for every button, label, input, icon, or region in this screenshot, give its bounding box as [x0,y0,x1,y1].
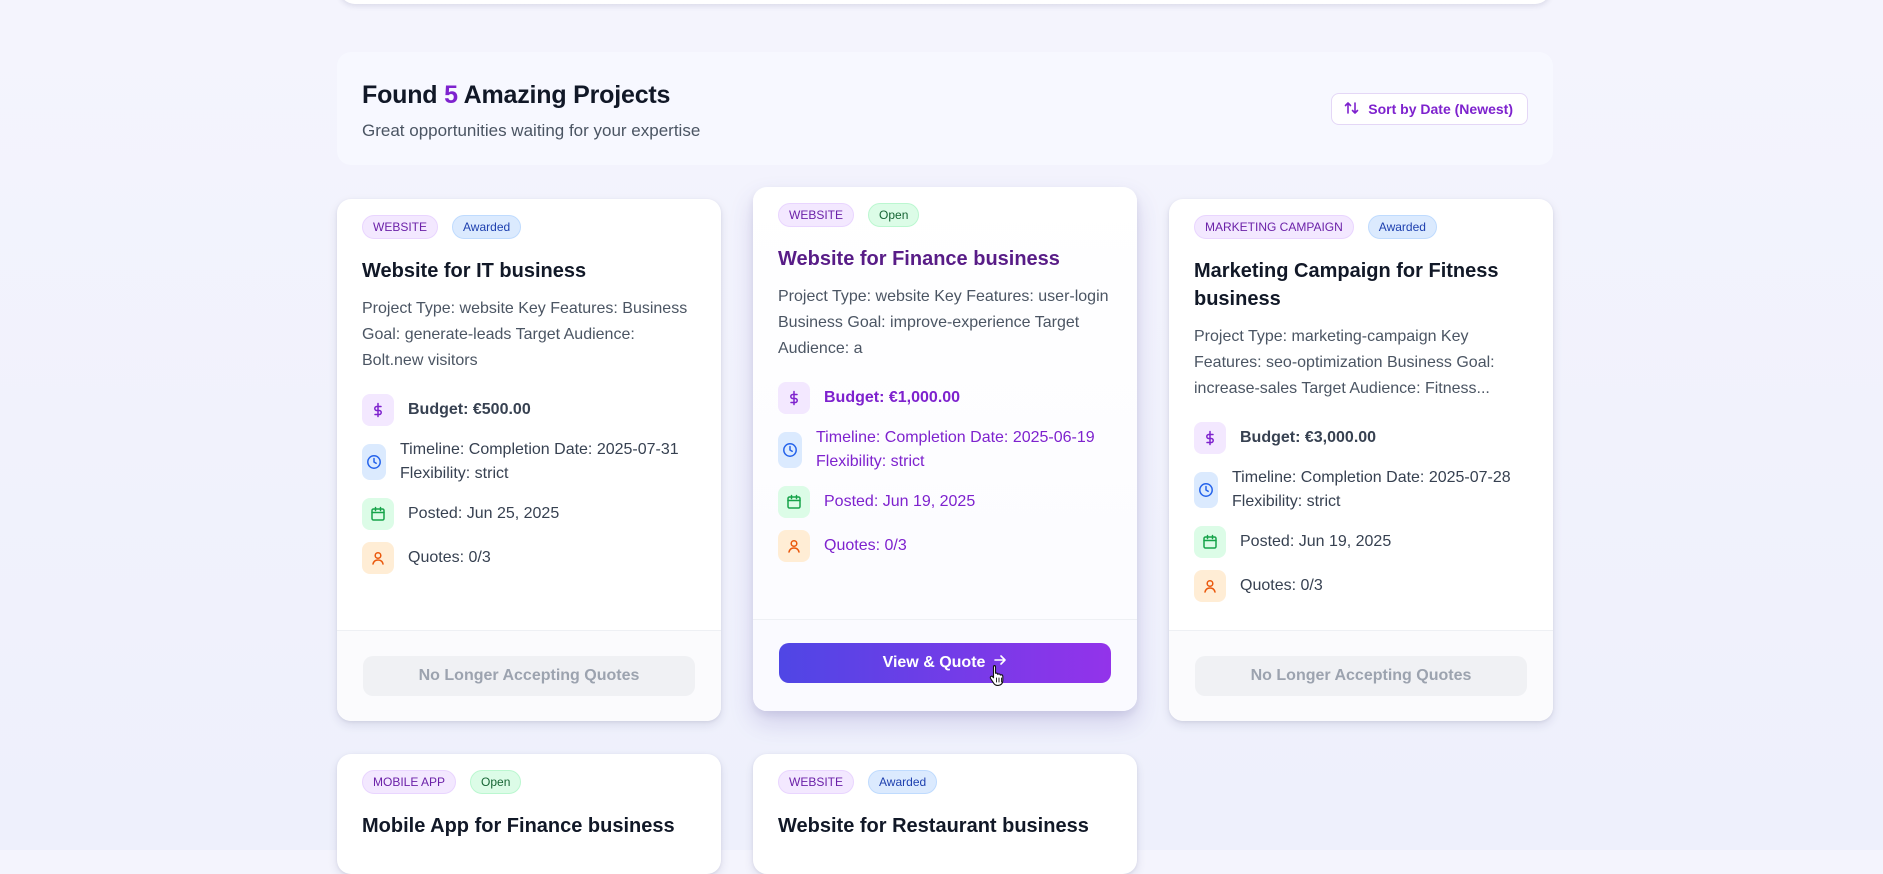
budget-text: Budget: €1,000.00 [824,389,961,406]
view-and-quote-label: View & Quote [882,653,986,671]
posted-text: Posted: Jun 19, 2025 [1240,533,1392,550]
user-icon [778,530,810,562]
results-header: Found 5 Amazing Projects Great opportuni… [337,52,1553,165]
clock-icon [362,444,386,480]
budget-row: Budget: €500.00 [362,394,696,426]
dollar-icon [362,394,394,426]
project-description: Project Type: website Key Features: user… [778,288,1109,357]
sort-button[interactable]: Sort by Date (Newest) [1331,93,1528,125]
posted-row: Posted: Jun 19, 2025 [778,486,1112,518]
budget-row: Budget: €1,000.00 [778,382,1112,414]
clock-icon [778,432,802,468]
status-badge: Open [868,203,920,227]
filter-panel-bottom-edge [339,0,1551,4]
type-badge: WEBSITE [778,203,855,227]
sort-arrows-icon [1344,100,1360,119]
results-subtitle: Great opportunities waiting for your exp… [362,121,701,140]
timeline-text: Timeline: Completion Date: 2025-06-19 Fl… [816,429,1095,470]
project-title[interactable]: Website for IT business [362,257,696,285]
timeline-text: Timeline: Completion Date: 2025-07-28 Fl… [1232,469,1511,510]
timeline-row: Timeline: Completion Date: 2025-06-19 Fl… [778,426,1112,474]
results-count: 5 [444,81,458,109]
type-badge: WEBSITE [778,770,855,794]
hand-cursor-icon [989,664,1004,686]
results-title: Found 5 Amazing Projects [362,81,671,109]
quotes-text: Quotes: 0/3 [408,549,491,566]
project-title[interactable]: Website for Finance business [778,245,1112,273]
status-badge: Open [470,770,522,794]
budget-text: Budget: €500.00 [408,401,531,418]
project-title[interactable]: Website for Restaurant business [778,812,1112,840]
project-description: Project Type: website Key Features: Busi… [362,300,688,369]
card-footer: No Longer Accepting Quotes [1169,630,1553,721]
sort-label: Sort by Date (Newest) [1368,101,1513,117]
timeline-row: Timeline: Completion Date: 2025-07-28 Fl… [1194,466,1528,514]
posted-text: Posted: Jun 25, 2025 [408,505,560,522]
quotes-text: Quotes: 0/3 [1240,577,1323,594]
user-icon [362,542,394,574]
quotes-row: Quotes: 0/3 [778,530,1112,562]
status-badge: Awarded [452,215,522,239]
posted-row: Posted: Jun 19, 2025 [1194,526,1528,558]
status-badge: Awarded [868,770,938,794]
calendar-icon [778,486,810,518]
timeline-row: Timeline: Completion Date: 2025-07-31 Fl… [362,438,696,486]
dollar-icon [1194,422,1226,454]
calendar-icon [362,498,394,530]
project-card[interactable]: WEBSITE Open Website for Finance busines… [753,187,1137,711]
quotes-row: Quotes: 0/3 [1194,570,1528,602]
project-card[interactable]: MOBILE APP Open Mobile App for Finance b… [337,754,721,874]
not-accepting-button[interactable]: No Longer Accepting Quotes [1195,656,1527,696]
user-icon [1194,570,1226,602]
card-footer: View & Quote [753,619,1137,711]
view-and-quote-button[interactable]: View & Quote [779,642,1111,683]
quotes-text: Quotes: 0/3 [824,537,907,554]
project-card[interactable]: MARKETING CAMPAIGN Awarded Marketing Cam… [1169,199,1553,721]
calendar-icon [1194,526,1226,558]
posted-row: Posted: Jun 25, 2025 [362,498,696,530]
type-badge: MARKETING CAMPAIGN [1194,215,1354,239]
card-footer: No Longer Accepting Quotes [337,630,721,721]
type-badge: MOBILE APP [362,770,457,794]
project-card[interactable]: WEBSITE Awarded Website for Restaurant b… [753,754,1137,874]
clock-icon [1194,472,1218,508]
project-description: Project Type: marketing-campaign Key Fea… [1194,328,1495,397]
dollar-icon [778,382,810,414]
budget-text: Budget: €3,000.00 [1240,429,1377,446]
type-badge: WEBSITE [362,215,439,239]
budget-row: Budget: €3,000.00 [1194,422,1528,454]
timeline-text: Timeline: Completion Date: 2025-07-31 Fl… [400,441,679,482]
project-title[interactable]: Marketing Campaign for Fitness business [1194,257,1528,313]
project-card[interactable]: WEBSITE Awarded Website for IT business … [337,199,721,721]
status-badge: Awarded [1367,215,1437,239]
posted-text: Posted: Jun 19, 2025 [824,493,976,510]
quotes-row: Quotes: 0/3 [362,542,696,574]
project-title[interactable]: Mobile App for Finance business [362,812,696,840]
not-accepting-button[interactable]: No Longer Accepting Quotes [363,656,695,696]
